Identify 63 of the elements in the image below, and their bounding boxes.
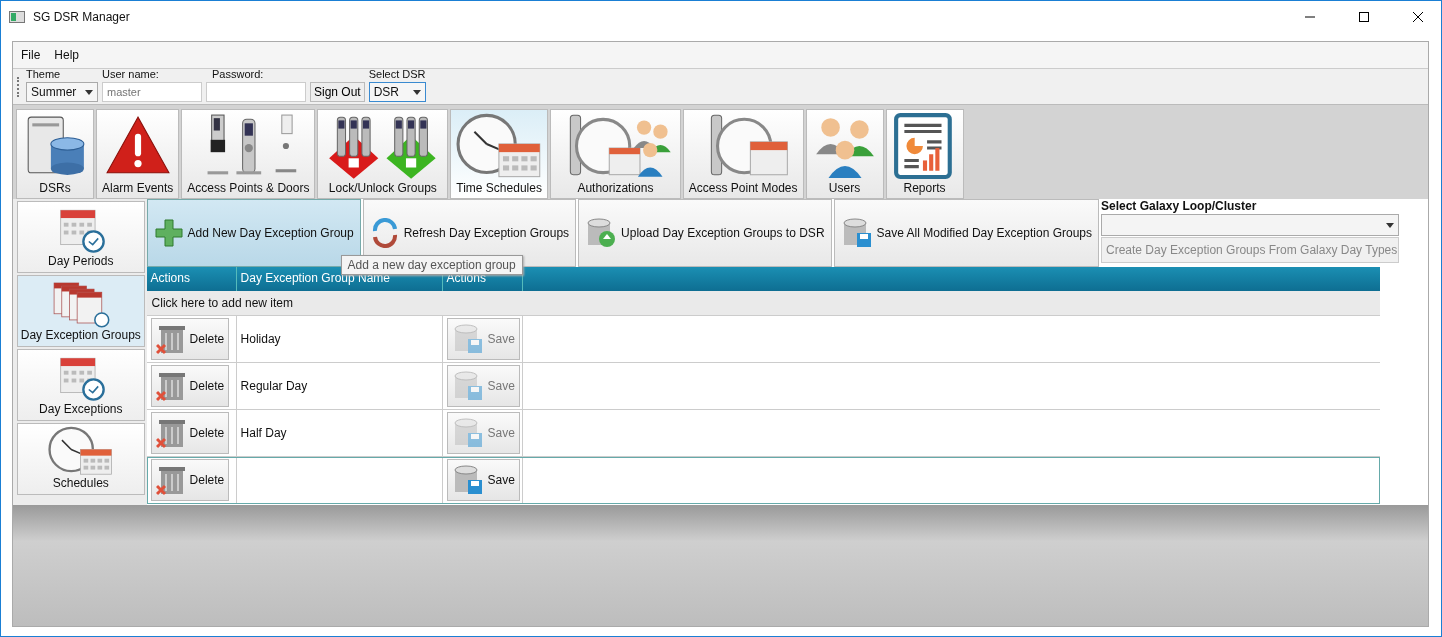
clock-calendar-icon — [48, 426, 114, 476]
dsr-dropdown[interactable]: DSR — [368, 82, 426, 102]
delete-button[interactable]: Delete — [150, 318, 230, 360]
dropdown-caret-icon — [1386, 222, 1394, 228]
database-upload-icon — [585, 217, 618, 249]
toolbar-button[interactable]: Upload Day Exception Groups to DSR — [578, 199, 832, 267]
field-label: Password: — [211, 68, 265, 81]
window-title: SG DSR Manager — [33, 10, 131, 24]
clock-calendar-icon — [456, 113, 542, 179]
trash-can-icon — [155, 464, 186, 496]
dropdown-caret-icon — [412, 89, 421, 95]
toolbar-grip[interactable] — [17, 76, 22, 97]
table-row[interactable]: Delete Holiday Save — [146, 316, 1380, 363]
table-cell: Regular Day — [236, 363, 443, 409]
database-save-icon — [451, 370, 484, 402]
field-label: Select Galaxy Loop/Cluster — [1101, 199, 1258, 213]
tooltip: Add a new day exception group — [340, 255, 523, 275]
module-tab[interactable]: DSRs — [16, 109, 94, 199]
database-save-icon — [451, 323, 484, 355]
module-tab[interactable]: Lock/Unlock Groups — [317, 109, 449, 199]
save-button[interactable]: Save — [446, 459, 520, 501]
table-row[interactable]: Delete Regular Day Save — [146, 363, 1380, 410]
delete-button[interactable]: Delete — [150, 365, 230, 407]
password-field[interactable] — [206, 82, 306, 102]
table-row[interactable]: Delete Half Day Save — [146, 410, 1380, 457]
menu-item[interactable]: Help — [54, 48, 80, 62]
galaxy-dropdown[interactable] — [1101, 214, 1399, 236]
module-tab[interactable]: Authorizations — [550, 109, 681, 199]
database-save-icon — [451, 417, 484, 449]
sidebar-item[interactable]: Schedules — [17, 423, 145, 495]
plus-icon — [153, 218, 184, 248]
sign-out-button[interactable]: Sign Out — [310, 82, 365, 102]
toolbar-button[interactable]: Save All Modified Day Exception Groups — [833, 199, 1099, 267]
sidebar-item[interactable]: Day Exceptions — [17, 349, 145, 421]
table-cell: Holiday — [236, 316, 443, 362]
username-field[interactable]: master — [102, 82, 202, 102]
sidebar-item[interactable]: Day Periods — [17, 201, 145, 273]
trash-can-icon — [155, 417, 186, 449]
menu-item[interactable]: File — [21, 48, 41, 62]
maximize-icon — [1359, 12, 1369, 22]
field-label: User name: — [102, 68, 160, 81]
database-save-icon — [451, 464, 484, 496]
database-save-icon — [840, 217, 873, 249]
add-new-item-row[interactable]: Click here to add new item — [146, 291, 1380, 316]
module-tab[interactable]: Alarm Events — [96, 109, 180, 199]
close-icon — [1413, 12, 1423, 22]
table-row[interactable]: Delete Save — [146, 457, 1380, 504]
module-tab[interactable]: Access Points & Doors — [181, 109, 316, 199]
module-tab[interactable]: Access Point Modes — [682, 109, 804, 199]
module-tab[interactable]: Reports — [885, 109, 964, 199]
module-tab[interactable]: Users — [805, 109, 884, 199]
table-cell: Half Day — [236, 410, 443, 456]
dropdown-caret-icon — [85, 89, 93, 95]
trash-can-icon — [155, 370, 186, 402]
sidebar-item[interactable]: Day Exception Groups — [17, 275, 145, 347]
field-label: Theme — [26, 68, 62, 81]
delete-button[interactable]: Delete — [150, 412, 230, 454]
field-label: Select DSR — [368, 68, 426, 81]
app-icon — [9, 11, 25, 23]
delete-button[interactable]: Delete — [150, 459, 230, 501]
theme-dropdown[interactable]: Summer — [26, 82, 98, 102]
module-tab[interactable]: Time Schedules — [450, 109, 548, 199]
trash-can-icon — [155, 323, 186, 355]
